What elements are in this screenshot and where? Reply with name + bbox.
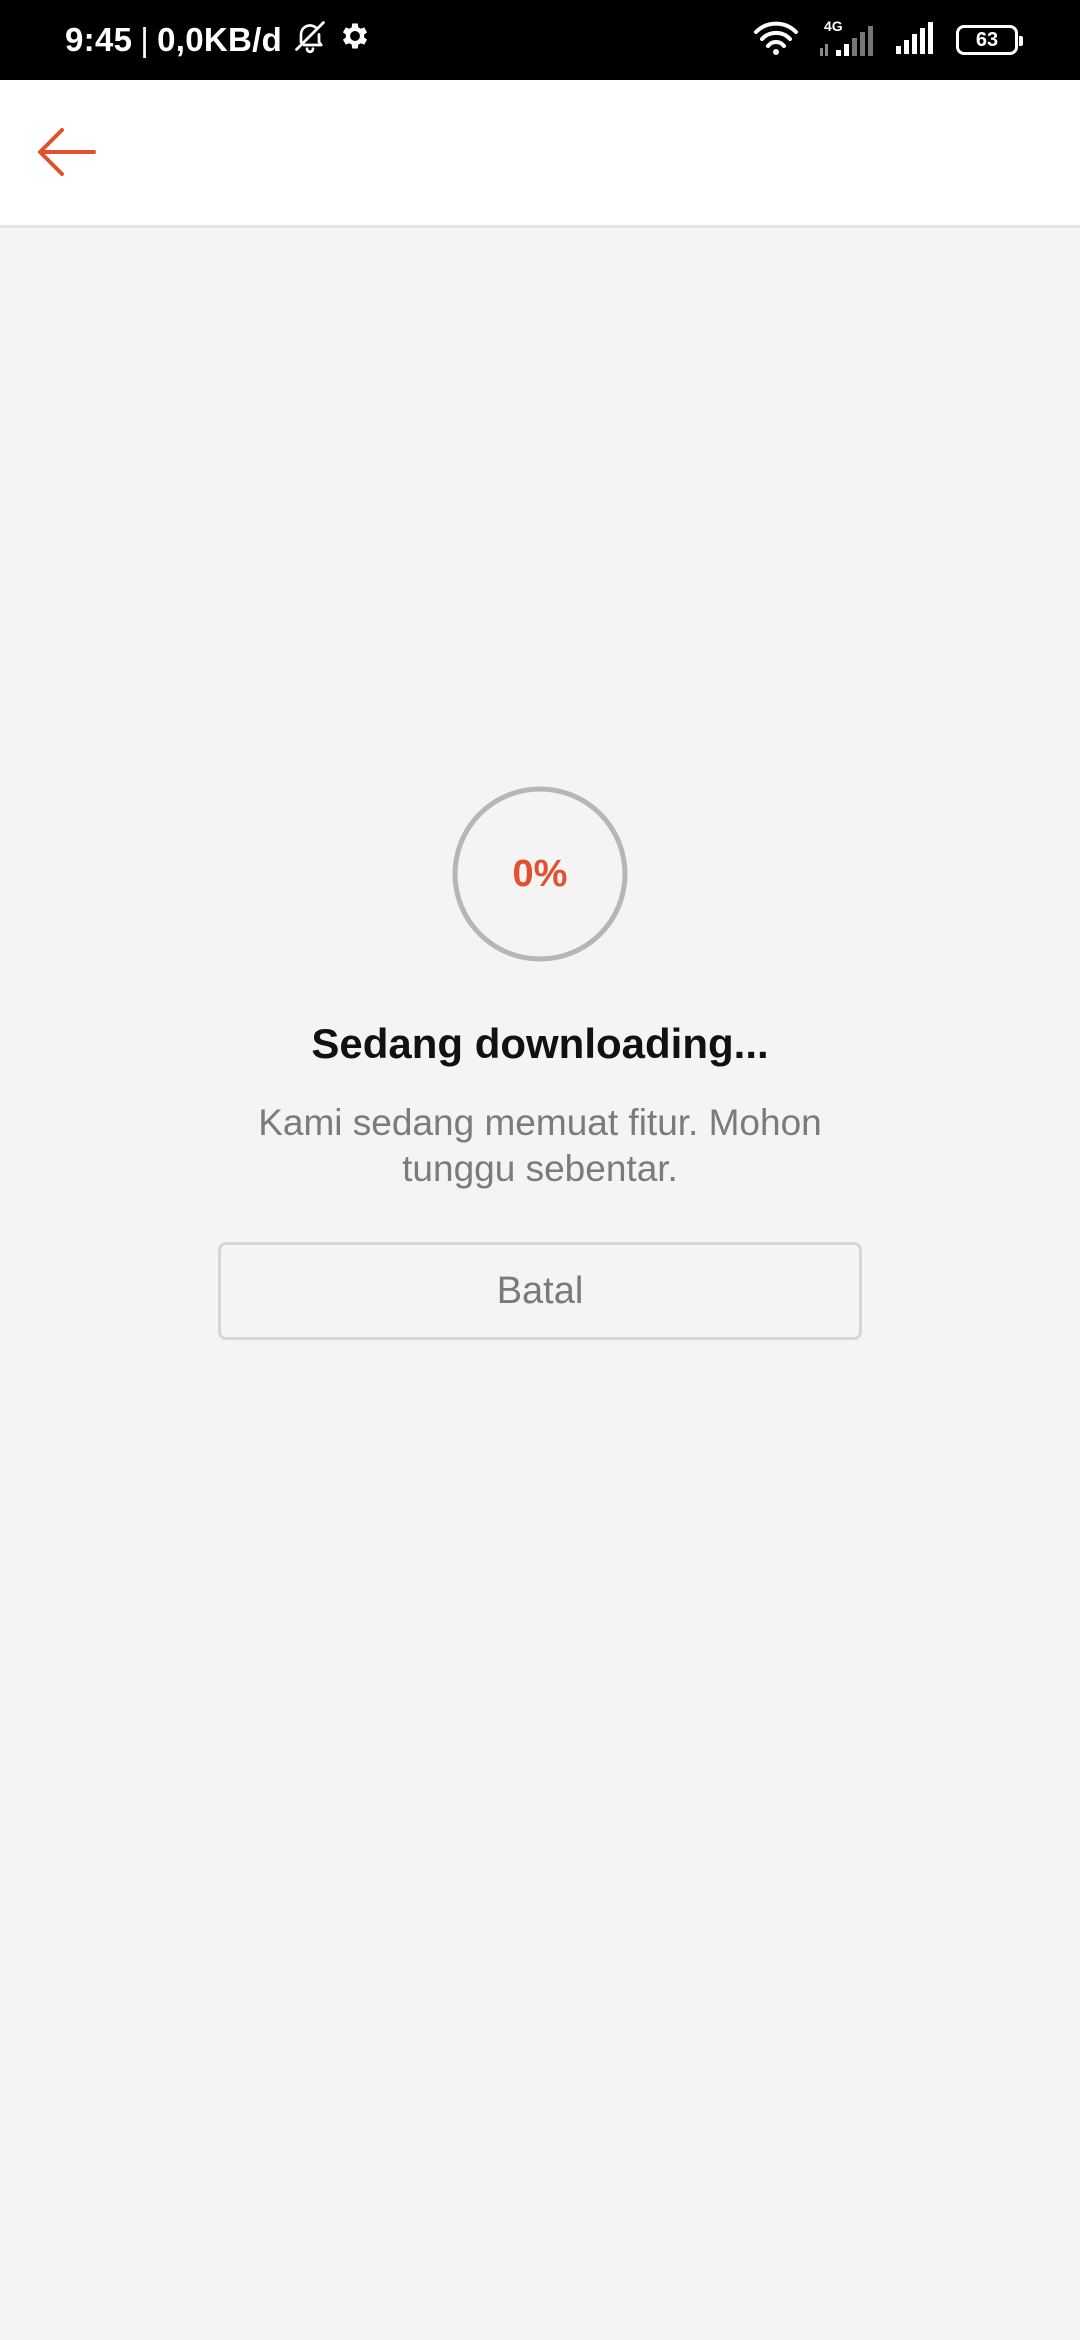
app-bar — [0, 80, 1080, 228]
signal-icon — [894, 20, 938, 61]
cancel-button[interactable]: Batal — [218, 1242, 862, 1340]
wifi-icon — [752, 20, 800, 61]
battery-level: 63 — [975, 28, 999, 51]
download-title: Sedang downloading... — [311, 1020, 769, 1067]
status-left: 9:45 | 0,0KB/d — [65, 0, 372, 80]
bell-off-icon — [292, 18, 328, 62]
status-bar: 9:45 | 0,0KB/d 4G 63 — [0, 0, 1080, 80]
arrow-left-icon — [34, 124, 98, 185]
signal-4g-icon: 4G — [818, 18, 876, 60]
network-speed: 0,0KB/d — [157, 21, 283, 58]
download-message: Kami sedang memuat fitur. Mohon tunggu s… — [258, 1102, 822, 1189]
progress-percent: 0% — [512, 852, 568, 895]
status-right: 4G 63 — [752, 0, 1023, 80]
battery-icon: 63 — [956, 25, 1023, 55]
back-button[interactable] — [30, 118, 102, 190]
status-time: 9:45 — [65, 21, 133, 58]
status-separator: | — [140, 21, 150, 58]
gear-icon — [338, 19, 372, 61]
